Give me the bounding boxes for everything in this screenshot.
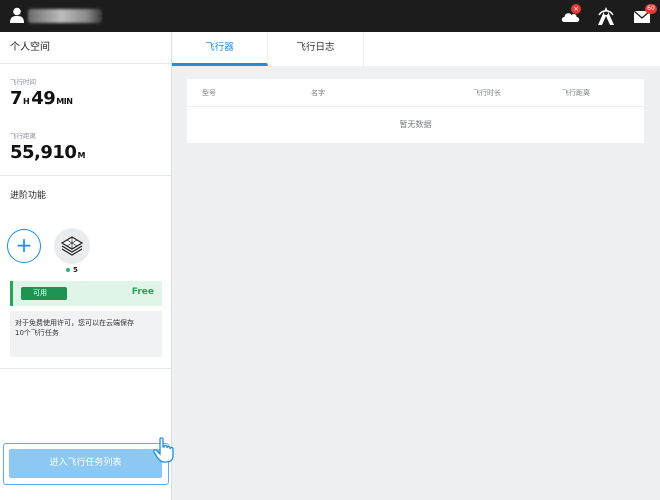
license-status-bar: 可用 Free bbox=[10, 281, 162, 306]
flight-time-minutes: 49 bbox=[31, 88, 56, 109]
flight-distance-value: 55,910M bbox=[10, 142, 161, 168]
add-feature-button[interactable]: + bbox=[7, 229, 41, 263]
flight-time-hours: 7 bbox=[10, 88, 23, 109]
license-note-line1: 对于免费使用许可，您可以在云端保存 bbox=[15, 319, 134, 327]
main-tabs: 飞行器 飞行日志 bbox=[172, 32, 660, 66]
layers-icon bbox=[60, 236, 84, 256]
sidebar: 个人空间 飞行时间 7H 49MIN 飞行距离 55,910M 进阶功能 + 5 … bbox=[0, 32, 172, 500]
license-plan: Free bbox=[131, 287, 154, 297]
mail-count-badge: 60 bbox=[645, 4, 657, 14]
license-status-badge: 可用 bbox=[21, 287, 67, 300]
flight-stats: 飞行时间 7H 49MIN 飞行距离 55,910M bbox=[0, 64, 171, 176]
cloud-error-badge: × bbox=[571, 4, 581, 14]
flight-time-minutes-unit: MIN bbox=[56, 97, 73, 106]
status-dot bbox=[66, 268, 70, 272]
layers-feature-button[interactable] bbox=[54, 228, 90, 264]
flight-distance-number: 55,910 bbox=[10, 142, 77, 163]
flight-distance-label: 飞行距离 bbox=[10, 132, 36, 140]
column-header-model: 型号 bbox=[202, 89, 216, 97]
enter-mission-list-wrapper: 进入飞行任务列表 bbox=[3, 443, 169, 485]
user-icon[interactable] bbox=[10, 7, 24, 23]
advanced-features: 进阶功能 + 5 可用 Free 对于免费使用许可，您可以在云端保存 10个飞行… bbox=[0, 176, 171, 369]
enter-mission-list-button[interactable]: 进入飞行任务列表 bbox=[9, 449, 162, 478]
column-header-distance: 飞行距离 bbox=[562, 89, 590, 97]
sidebar-title: 个人空间 bbox=[0, 32, 171, 64]
license-note-line2: 10个飞行任务 bbox=[15, 329, 59, 337]
top-bar: × 60 bbox=[0, 0, 660, 32]
layers-count-value: 5 bbox=[73, 266, 78, 274]
hand-cursor-icon bbox=[153, 437, 174, 463]
tab-aircraft[interactable]: 飞行器 bbox=[172, 32, 268, 66]
column-header-duration: 飞行时长 bbox=[473, 89, 501, 97]
advanced-features-title: 进阶功能 bbox=[10, 191, 47, 201]
flight-distance-unit: M bbox=[77, 151, 85, 160]
antenna-icon[interactable] bbox=[595, 6, 617, 26]
column-header-name: 名字 bbox=[311, 89, 325, 97]
flight-time-label: 飞行时间 bbox=[10, 78, 36, 86]
tab-flight-log[interactable]: 飞行日志 bbox=[268, 32, 364, 66]
flight-time-value: 7H 49MIN bbox=[10, 88, 161, 114]
table-empty-state: 暂无数据 bbox=[399, 120, 432, 129]
table-header: 型号 名字 飞行时长 飞行距离 bbox=[187, 79, 644, 107]
flight-time-hours-unit: H bbox=[23, 97, 30, 106]
user-name-blurred bbox=[28, 9, 102, 23]
layers-count: 5 bbox=[66, 266, 78, 274]
aircraft-table: 型号 名字 飞行时长 飞行距离 暂无数据 bbox=[187, 79, 644, 143]
license-note: 对于免费使用许可，您可以在云端保存 10个飞行任务 bbox=[10, 311, 162, 357]
